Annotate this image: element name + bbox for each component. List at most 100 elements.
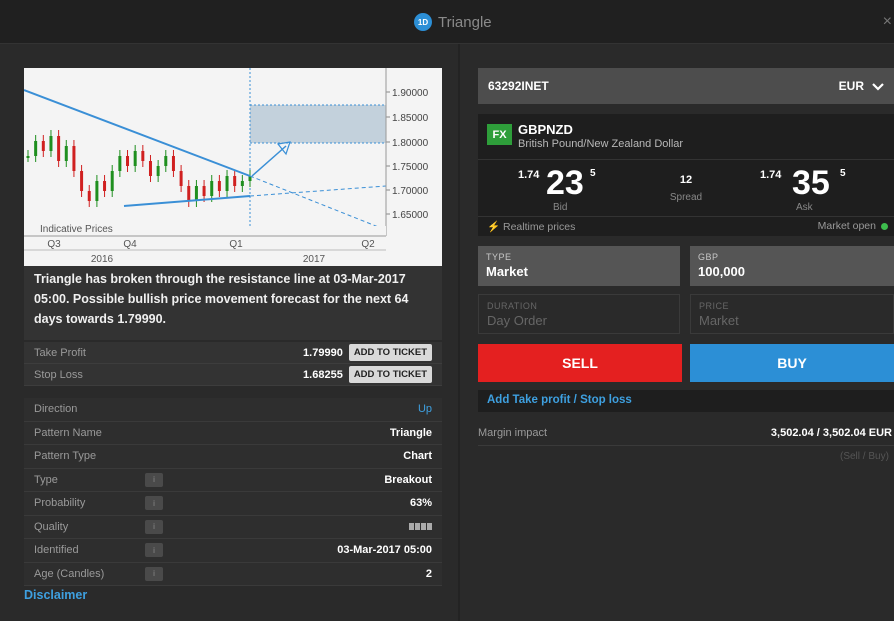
order-type-field[interactable]: TYPE Market — [478, 246, 680, 286]
add-stop-loss-button[interactable]: ADD TO TICKET — [348, 366, 432, 383]
chart-svg: 1.90000 1.85000 1.80000 1.75000 1.70000 1.650… — [23, 68, 429, 266]
fx-badge: FX — [487, 124, 512, 145]
quality-bars — [409, 523, 432, 531]
duration-field[interactable]: DURATION Day Order — [478, 294, 680, 334]
candle-body — [202, 186, 206, 196]
info-icon[interactable]: i — [145, 543, 163, 558]
candle-body — [233, 176, 237, 186]
close-icon[interactable]: × — [883, 13, 892, 31]
resistance-line — [23, 89, 251, 177]
detail-label: Age (Candles) — [34, 567, 105, 580]
instrument-name: British Pound/New Zealand Dollar — [518, 138, 684, 150]
breakout-arrow-line — [251, 145, 287, 177]
candle-body — [148, 161, 152, 176]
bid-price-pip: 5 — [590, 168, 596, 179]
resistance-projection — [249, 175, 387, 231]
disclaimer-link[interactable]: Disclaimer — [24, 588, 87, 602]
ask-price-prefix: 1.74 — [760, 169, 782, 181]
candle-body — [179, 171, 183, 186]
detail-label: Identified — [34, 544, 79, 557]
ask-price-pip: 5 — [840, 168, 846, 179]
candle-body — [72, 146, 76, 171]
tp-sl-table: Take Profit 1.79990 ADD TO TICKET Stop L… — [24, 342, 442, 386]
spread-value: 12 — [679, 174, 693, 186]
lightning-icon: ⚡ — [487, 221, 501, 233]
ask-label: Ask — [796, 202, 813, 213]
detail-value: 63% — [409, 497, 432, 510]
detail-value: Triangle — [389, 426, 432, 439]
candle-body — [26, 156, 30, 158]
detail-row: Pattern Type Chart — [24, 445, 442, 469]
add-take-profit-button[interactable]: ADD TO TICKET — [348, 344, 432, 361]
market-status: Market open — [818, 220, 888, 232]
pattern-details-table: Direction Up Pattern Name Triangle Pattern T… — [24, 398, 442, 586]
detail-label: Quality — [34, 520, 69, 533]
stop-loss-value: 1.68255 — [303, 368, 343, 381]
detail-value: 2 — [425, 567, 432, 580]
candle-body — [118, 156, 122, 171]
duration-value: Day Order — [487, 313, 547, 328]
duration-label: DURATION — [487, 301, 538, 311]
candle-body — [41, 141, 45, 151]
spread: 12 Spread — [666, 174, 706, 203]
margin-value: 3,502.04 / 3,502.04 EUR — [770, 426, 892, 439]
support-projection — [249, 185, 387, 197]
price-value: Market — [699, 313, 739, 328]
instrument-code: GBPNZD — [518, 122, 573, 137]
ask-price-big: 35 — [792, 164, 830, 202]
panel-divider — [458, 44, 460, 621]
x-tick-label-quarter: Q2 — [361, 239, 375, 250]
buy-button[interactable]: BUY — [690, 344, 894, 382]
candle-body — [103, 181, 107, 191]
pattern-chart: 1.90000 1.85000 1.80000 1.75000 1.70000 1.650… — [23, 68, 442, 266]
detail-row: Probability i 63% — [24, 492, 442, 516]
detail-label: Type — [34, 473, 58, 486]
y-tick-label: 1.75000 — [392, 162, 429, 173]
quality-bar — [415, 523, 420, 531]
info-icon[interactable]: i — [145, 496, 163, 511]
candle-body — [194, 186, 198, 201]
candle-body — [187, 186, 191, 201]
quality-bar — [427, 523, 432, 531]
window-title: Triangle — [438, 13, 492, 31]
spread-label: Spread — [669, 192, 703, 203]
detail-value: 03-Mar-2017 05:00 — [337, 544, 432, 557]
candle-body — [57, 136, 61, 161]
price-label: PRICE — [699, 301, 730, 311]
bid-price-prefix: 1.74 — [518, 169, 540, 181]
amount-label: GBP — [698, 252, 719, 262]
margin-label: Margin impact — [478, 426, 548, 439]
detail-label: Pattern Type — [34, 450, 97, 463]
detail-value: Chart — [403, 450, 432, 463]
y-tick-label: 1.80000 — [392, 138, 429, 149]
detail-label: Probability — [34, 497, 86, 510]
candle-body — [217, 181, 221, 191]
chevron-down-icon — [872, 79, 884, 94]
candle-body — [156, 166, 160, 176]
detail-label: Pattern Name — [34, 426, 102, 439]
info-icon[interactable]: i — [145, 566, 163, 581]
candle-body — [171, 156, 175, 171]
candle-body — [87, 191, 91, 201]
sell-button[interactable]: SELL — [478, 344, 682, 382]
price-area: 1.74 23 5 Bid 12 Spread 1.74 35 5 Ask — [478, 159, 894, 217]
account-selector[interactable]: 63292INET EUR — [478, 68, 894, 104]
candle-body — [49, 136, 53, 151]
timeframe-badge: 1D — [414, 13, 432, 31]
detail-row: Direction Up — [24, 398, 442, 422]
detail-value: Breakout — [384, 473, 432, 486]
info-icon[interactable]: i — [145, 519, 163, 534]
x-tick-label-year: 2017 — [303, 254, 326, 265]
detail-row: Type i Breakout — [24, 469, 442, 492]
add-tp-sl-link[interactable]: Add Take profit / Stop loss — [478, 390, 894, 412]
detail-row: Identified i 03-Mar-2017 05:00 — [24, 539, 442, 563]
info-icon[interactable]: i — [145, 472, 163, 487]
y-tick-label: 1.90000 — [392, 88, 429, 99]
margin-impact-row: Margin impact 3,502.04 / 3,502.04 EUR — [478, 420, 894, 446]
order-type-label: TYPE — [486, 252, 512, 262]
amount-field[interactable]: GBP 100,000 — [690, 246, 894, 286]
quality-bar — [409, 523, 414, 531]
support-line — [123, 195, 251, 207]
price-field[interactable]: PRICE Market — [690, 294, 894, 334]
stop-loss-row: Stop Loss 1.68255 ADD TO TICKET — [24, 364, 442, 386]
